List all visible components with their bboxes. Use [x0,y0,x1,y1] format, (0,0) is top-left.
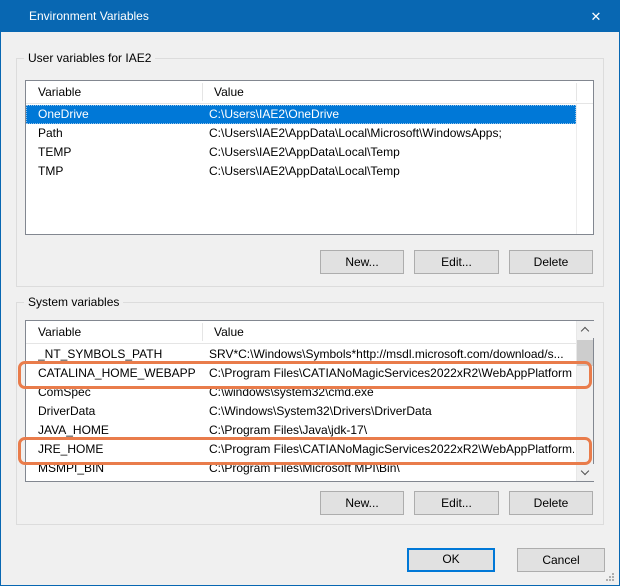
system-variables-table: Variable Value _NT_SYMBOLS_PATH SRV*C:\W… [25,320,594,482]
table-row-msmpi-bin[interactable]: MSMPI_BIN C:\Program Files\Microsoft MPI… [26,459,576,478]
ok-button[interactable]: OK [407,548,495,572]
variable-value: SRV*C:\Windows\Symbols*http://msdl.micro… [209,345,574,364]
user-variables-table: Variable Value OneDrive C:\Users\IAE2\On… [25,80,594,235]
table-row-tmp[interactable]: TMP C:\Users\IAE2\AppData\Local\Temp [26,162,593,181]
column-header-value[interactable]: Value [202,81,576,104]
variable-value: C:\Windows\System32\Drivers\DriverData [209,402,574,421]
table-row-temp[interactable]: TEMP C:\Users\IAE2\AppData\Local\Temp [26,143,593,162]
new-user-variable-button[interactable]: New... [320,250,404,274]
scroll-down-button[interactable] [577,464,594,481]
system-variables-group-label: System variables [24,295,123,309]
column-header-variable[interactable]: Variable [26,81,202,104]
column-header-value[interactable]: Value [202,321,562,344]
variable-value: C:\Users\IAE2\OneDrive [209,105,574,124]
variable-value: C:\Program Files\CATIANoMagicServices202… [209,364,574,383]
variable-value: C:\Program Files\CATIANoMagicServices202… [209,440,574,459]
variable-name: JRE_HOME [38,440,208,459]
delete-system-variable-button[interactable]: Delete [509,491,593,515]
close-icon[interactable]: ✕ [573,1,619,32]
user-variables-group-label: User variables for IAE2 [24,51,155,65]
column-header-variable[interactable]: Variable [26,321,202,344]
edit-system-variable-button[interactable]: Edit... [414,491,499,515]
header-divider[interactable] [576,83,577,101]
edit-user-variable-button[interactable]: Edit... [414,250,499,274]
resize-grip[interactable] [612,579,614,581]
variable-name: Path [38,124,208,143]
variable-value: C:\Users\IAE2\AppData\Local\Microsoft\Wi… [209,124,591,143]
variable-value: C:\windows\system32\cmd.exe [209,383,574,402]
variable-value: C:\Program Files\Microsoft MPI\Bin\ [209,459,574,478]
vertical-scrollbar[interactable] [576,321,593,481]
title-bar: Environment Variables ✕ [1,1,619,32]
new-system-variable-button[interactable]: New... [320,491,404,515]
variable-name: TEMP [38,143,208,162]
variable-name: TMP [38,162,208,181]
user-table-rows: OneDrive C:\Users\IAE2\OneDrive Path C:\… [26,105,593,234]
variable-name: DriverData [38,402,208,421]
system-table-header: Variable Value [26,321,576,344]
table-row-comspec[interactable]: ComSpec C:\windows\system32\cmd.exe [26,383,576,402]
variable-name: _NT_SYMBOLS_PATH [38,345,208,364]
system-table-rows: _NT_SYMBOLS_PATH SRV*C:\Windows\Symbols*… [26,345,576,481]
variable-name: MSMPI_BIN [38,459,208,478]
variable-value: C:\Program Files\Java\jdk-17\ [209,421,574,440]
variable-name: CATALINA_HOME_WEBAPP [38,364,208,383]
table-row-nt-symbols-path[interactable]: _NT_SYMBOLS_PATH SRV*C:\Windows\Symbols*… [26,345,576,364]
table-row-driverdata[interactable]: DriverData C:\Windows\System32\Drivers\D… [26,402,576,421]
table-row-java-home[interactable]: JAVA_HOME C:\Program Files\Java\jdk-17\ [26,421,576,440]
environment-variables-dialog: Environment Variables ✕ User variables f… [0,0,620,586]
table-row-path[interactable]: Path C:\Users\IAE2\AppData\Local\Microso… [26,124,593,143]
variable-name: ComSpec [38,383,208,402]
cancel-button[interactable]: Cancel [517,548,605,572]
table-row-catalina-home-webapp[interactable]: CATALINA_HOME_WEBAPP C:\Program Files\CA… [26,364,576,383]
table-row-onedrive[interactable]: OneDrive C:\Users\IAE2\OneDrive [26,105,576,124]
chevron-down-icon [581,467,589,475]
table-row-jre-home[interactable]: JRE_HOME C:\Program Files\CATIANoMagicSe… [26,440,576,459]
user-table-header: Variable Value [26,81,593,104]
variable-name: OneDrive [38,105,208,124]
variable-value: C:\Users\IAE2\AppData\Local\Temp [209,143,591,162]
delete-user-variable-button[interactable]: Delete [509,250,593,274]
scroll-up-button[interactable] [577,321,594,338]
variable-value: C:\Users\IAE2\AppData\Local\Temp [209,162,591,181]
variable-name: JAVA_HOME [38,421,208,440]
dialog-title: Environment Variables [29,1,149,32]
chevron-up-icon [581,327,589,335]
scrollbar-thumb[interactable] [577,340,593,366]
